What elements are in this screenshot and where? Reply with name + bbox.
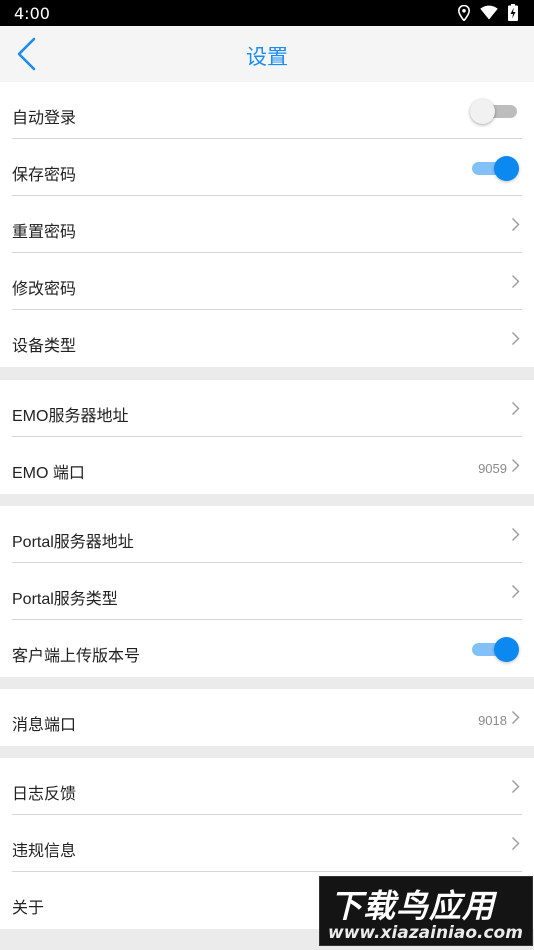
toggle-thumb xyxy=(494,637,519,662)
chevron-right-icon xyxy=(512,780,520,793)
setting-row-violation-info[interactable]: 违规信息 xyxy=(0,815,534,872)
chevron-right-icon xyxy=(512,459,520,472)
setting-label: Portal服务类型 xyxy=(12,591,118,608)
watermark-url: www.xiazainiao.com xyxy=(328,923,523,943)
setting-value: 9059 xyxy=(478,461,507,476)
setting-row-emo-port[interactable]: EMO 端口 9059 xyxy=(0,437,534,494)
setting-row-portal-server[interactable]: Portal服务器地址 xyxy=(0,506,534,563)
setting-label: 自动登录 xyxy=(12,110,77,127)
setting-row-portal-service-type[interactable]: Portal服务类型 xyxy=(0,563,534,620)
setting-row-auto-login: 自动登录 xyxy=(0,82,534,139)
setting-label: 保存密码 xyxy=(12,167,77,184)
chevron-right-icon xyxy=(512,332,520,345)
setting-row-upload-version: 客户端上传版本号 xyxy=(0,620,534,677)
chevron-right-icon xyxy=(512,837,520,850)
setting-row-save-password: 保存密码 xyxy=(0,139,534,196)
settings-group-portal: Portal服务器地址 Portal服务类型 客户端上传版本号 xyxy=(0,506,534,677)
save-password-toggle[interactable] xyxy=(470,155,519,181)
setting-label: 修改密码 xyxy=(12,281,77,298)
toggle-thumb xyxy=(494,156,519,181)
setting-row-log-feedback[interactable]: 日志反馈 xyxy=(0,758,534,815)
setting-label: Portal服务器地址 xyxy=(12,534,134,551)
settings-group-account: 自动登录 保存密码 重置密码 修改密码 设备类型 xyxy=(0,82,534,367)
auto-login-toggle[interactable] xyxy=(470,98,519,124)
setting-value: 9018 xyxy=(478,713,507,728)
chevron-right-icon xyxy=(512,275,520,288)
settings-group-emo: EMO服务器地址 EMO 端口 9059 xyxy=(0,380,534,494)
setting-row-message-port[interactable]: 消息端口 9018 xyxy=(0,689,534,746)
setting-label: 消息端口 xyxy=(12,717,77,734)
setting-label: 关于 xyxy=(12,900,45,917)
setting-label: EMO 端口 xyxy=(12,465,85,482)
app-header: 设置 xyxy=(0,26,534,82)
watermark-logo: 下载鸟应用 www.xiazainiao.com xyxy=(319,876,533,946)
setting-label: 日志反馈 xyxy=(12,786,77,803)
chevron-right-icon xyxy=(512,711,520,724)
location-icon xyxy=(458,4,470,21)
status-bar: 4:00 xyxy=(0,0,534,26)
settings-group-message: 消息端口 9018 xyxy=(0,689,534,746)
battery-charging-icon xyxy=(508,4,518,21)
setting-label: 违规信息 xyxy=(12,843,77,860)
upload-version-toggle[interactable] xyxy=(470,636,519,662)
setting-row-device-type[interactable]: 设备类型 xyxy=(0,310,534,367)
page-title: 设置 xyxy=(246,46,288,69)
setting-row-emo-server[interactable]: EMO服务器地址 xyxy=(0,380,534,437)
status-icons xyxy=(458,4,518,21)
chevron-right-icon xyxy=(512,402,520,415)
chevron-right-icon xyxy=(512,528,520,541)
setting-label: EMO服务器地址 xyxy=(12,408,129,425)
toggle-thumb xyxy=(470,99,495,124)
setting-label: 客户端上传版本号 xyxy=(12,648,141,665)
setting-label: 重置密码 xyxy=(12,224,77,241)
setting-row-change-password[interactable]: 修改密码 xyxy=(0,253,534,310)
setting-row-reset-password[interactable]: 重置密码 xyxy=(0,196,534,253)
setting-label: 设备类型 xyxy=(12,338,77,355)
chevron-right-icon xyxy=(512,585,520,598)
watermark-text: 下载鸟应用 xyxy=(330,887,496,925)
chevron-right-icon xyxy=(512,218,520,231)
status-time: 4:00 xyxy=(14,4,50,23)
wifi-icon xyxy=(480,5,498,20)
